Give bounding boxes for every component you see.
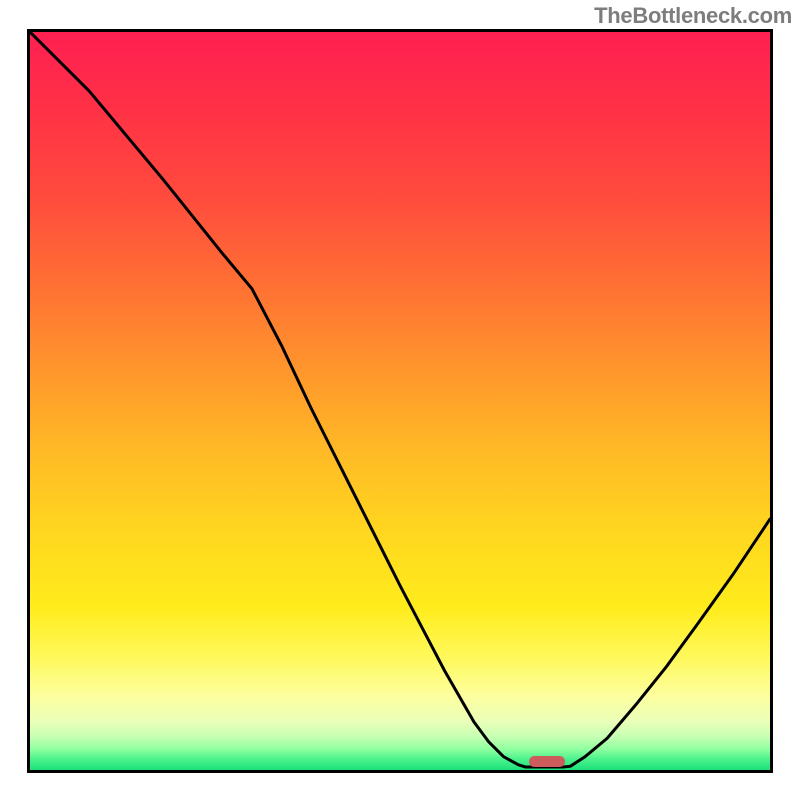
watermark-label: TheBottleneck.com (594, 3, 792, 29)
marker-pill (529, 756, 565, 767)
gradient-background (30, 32, 770, 770)
chart-container: TheBottleneck.com (0, 0, 800, 800)
plot-area (27, 29, 773, 773)
